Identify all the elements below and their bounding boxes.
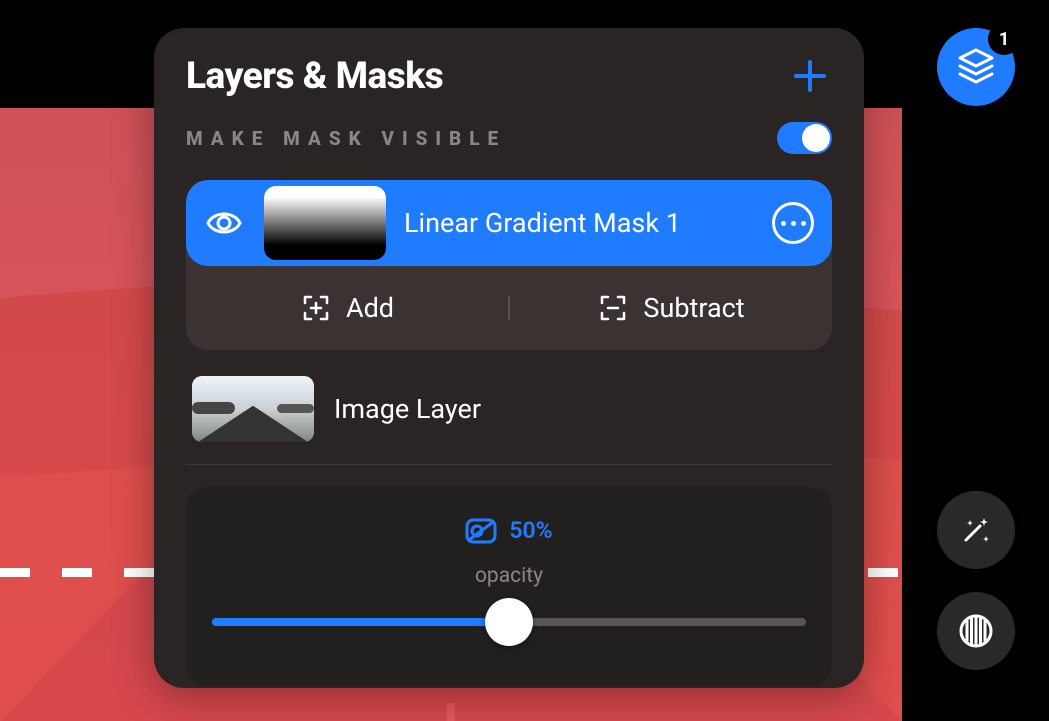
mask-layer-name: Linear Gradient Mask 1 [404, 207, 772, 239]
mask-layer-row[interactable]: Linear Gradient Mask 1 [186, 180, 832, 266]
magic-fx-button[interactable] [937, 491, 1015, 569]
vignette-icon [955, 610, 997, 652]
make-mask-visible-label: MAKE MASK VISIBLE [186, 127, 506, 150]
panel-title: Layers & Masks [186, 55, 443, 98]
opacity-label: opacity [475, 564, 543, 588]
mask-add-button[interactable]: Add [186, 266, 508, 350]
mask-more-button[interactable] [772, 202, 814, 244]
layers-count-badge: 1 [988, 23, 1020, 55]
magic-wand-icon [956, 510, 996, 550]
image-layer-name: Image Layer [334, 393, 481, 425]
layers-fab-button[interactable]: 1 [937, 28, 1015, 106]
opacity-value: 50% [509, 517, 552, 544]
plus-icon [790, 56, 830, 96]
layer-visibility-button[interactable] [204, 203, 244, 243]
image-layer-row[interactable]: Image Layer [186, 376, 832, 442]
opacity-icon [465, 518, 497, 544]
mask-subtract-label: Subtract [643, 292, 744, 324]
opacity-slider[interactable] [212, 598, 806, 646]
add-layer-button[interactable] [788, 54, 832, 98]
slider-handle[interactable] [485, 598, 533, 646]
make-mask-visible-toggle[interactable] [777, 122, 832, 154]
vignette-button[interactable] [937, 592, 1015, 670]
layers-icon [955, 46, 997, 88]
eye-icon [204, 203, 244, 243]
mask-subtract-button[interactable]: Subtract [510, 266, 832, 350]
selection-subtract-icon [597, 292, 629, 324]
selected-mask-group: Linear Gradient Mask 1 Add Subt [186, 180, 832, 350]
layers-panel: Layers & Masks MAKE MASK VISIBLE Linear … [154, 28, 864, 688]
image-layer-thumbnail [192, 376, 314, 442]
selection-add-icon [300, 292, 332, 324]
mask-thumbnail [264, 186, 386, 260]
divider [186, 464, 832, 465]
opacity-card: 50% opacity [186, 487, 832, 686]
mask-add-label: Add [346, 292, 394, 324]
